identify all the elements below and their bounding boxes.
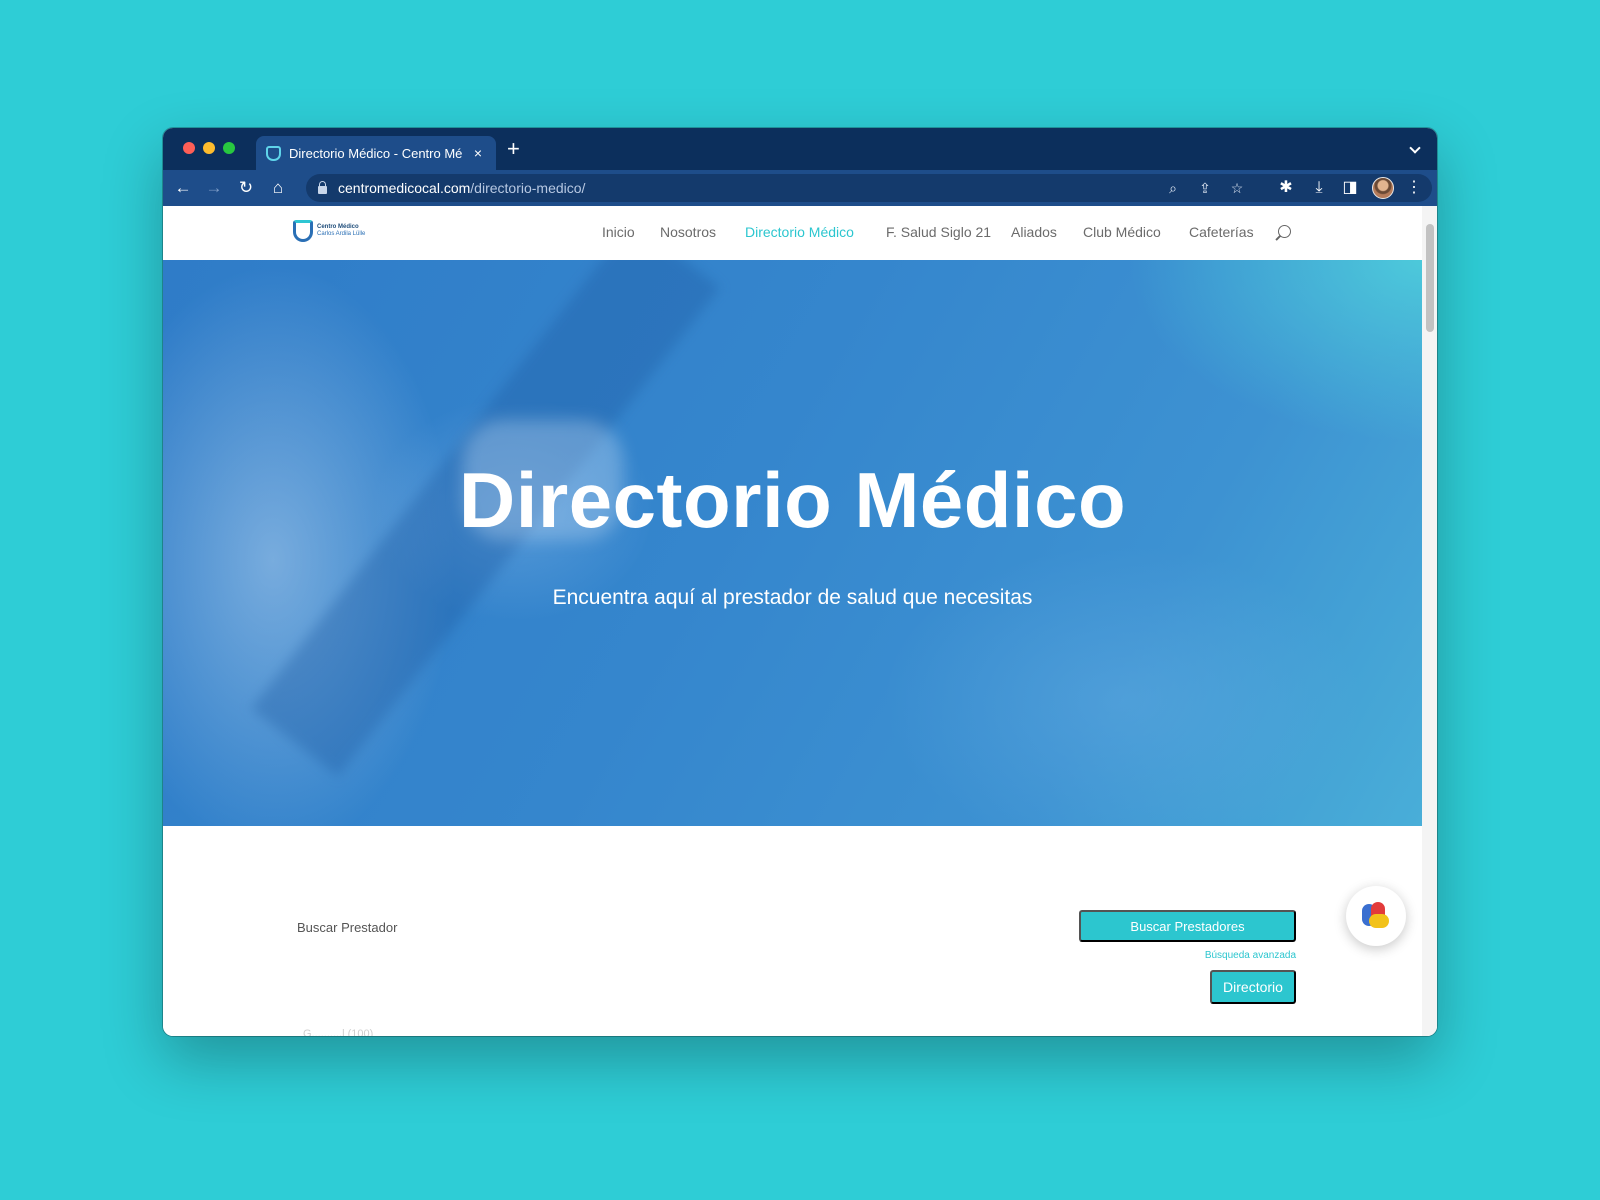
nav-item-inicio[interactable]: Inicio	[602, 224, 635, 240]
search-icon[interactable]	[1278, 225, 1291, 238]
star-icon[interactable]: ☆	[1228, 179, 1246, 197]
web-page: Centro Médico Carlos Ardila Lülle Inicio…	[163, 206, 1437, 1036]
download-icon[interactable]: ⤓	[1308, 177, 1330, 199]
nav-item-aliados[interactable]: Aliados	[1011, 224, 1057, 240]
lock-icon[interactable]	[318, 181, 327, 194]
sidepanel-icon[interactable]: ◨	[1339, 177, 1361, 199]
tab-close-icon[interactable]: ×	[470, 145, 486, 161]
profile-avatar[interactable]	[1372, 177, 1394, 199]
nav-item-f-salud-siglo-21[interactable]: F. Salud Siglo 21	[886, 224, 991, 240]
reload-button[interactable]: ↻	[235, 177, 257, 199]
nav-item-cafeterias[interactable]: Cafeterías	[1189, 224, 1254, 240]
zoom-icon[interactable]: ⌕	[1164, 179, 1182, 197]
back-button[interactable]: ←	[172, 177, 194, 199]
tab-strip: Directorio Médico - Centro Mé × +	[163, 128, 1437, 170]
forward-button[interactable]: →	[203, 177, 225, 199]
search-provider-label: Buscar Prestador	[297, 920, 398, 935]
cut-off-filter-text: G..........l (100)	[303, 1028, 374, 1036]
tab-search-chevron-icon[interactable]	[1409, 142, 1421, 154]
scrollbar-thumb[interactable]	[1426, 224, 1434, 332]
extensions-icon[interactable]: ✱	[1275, 177, 1297, 199]
advanced-search-link[interactable]: Búsqueda avanzada	[1205, 950, 1296, 961]
nav-item-directorio-medico[interactable]: Directorio Médico	[745, 224, 854, 240]
new-tab-button[interactable]: +	[507, 138, 520, 160]
tab-title: Directorio Médico - Centro Mé	[289, 145, 463, 161]
url-path: /directorio-medico/	[470, 180, 586, 196]
site-favicon-icon	[266, 145, 281, 161]
hero-subtitle: Encuentra aquí al prestador de salud que…	[552, 586, 1033, 609]
nav-item-club-medico[interactable]: Club Médico	[1083, 224, 1161, 240]
main-nav: Inicio Nosotros Directorio Médico F. Sal…	[163, 206, 1422, 260]
menu-icon[interactable]: ⋮	[1403, 177, 1425, 199]
hero-banner: Directorio Médico Encuentra aquí al pres…	[163, 260, 1422, 826]
accessibility-widget-button[interactable]	[1346, 886, 1406, 946]
widget-figure-yellow	[1369, 914, 1389, 928]
address-bar[interactable]: centromedicocal.com /directorio-medico/ …	[306, 174, 1432, 202]
minimize-window-button[interactable]	[203, 142, 215, 154]
home-button[interactable]: ⌂	[267, 177, 289, 199]
url-host: centromedicocal.com	[338, 180, 471, 196]
share-icon[interactable]: ⇪	[1196, 179, 1214, 197]
nav-item-nosotros[interactable]: Nosotros	[660, 224, 716, 240]
browser-window: Directorio Médico - Centro Mé × + ← → ↻ …	[163, 128, 1437, 1036]
close-window-button[interactable]	[183, 142, 195, 154]
directory-button[interactable]: Directorio	[1210, 970, 1296, 1004]
browser-toolbar: ← → ↻ ⌂ centromedicocal.com /directorio-…	[163, 170, 1437, 206]
hero-title: Directorio Médico	[458, 456, 1127, 544]
maximize-window-button[interactable]	[223, 142, 235, 154]
active-tab[interactable]: Directorio Médico - Centro Mé ×	[256, 136, 496, 170]
search-providers-button[interactable]: Buscar Prestadores	[1079, 910, 1296, 942]
site-header: Centro Médico Carlos Ardila Lülle Inicio…	[163, 206, 1422, 260]
page-scrollbar[interactable]	[1422, 206, 1437, 1036]
